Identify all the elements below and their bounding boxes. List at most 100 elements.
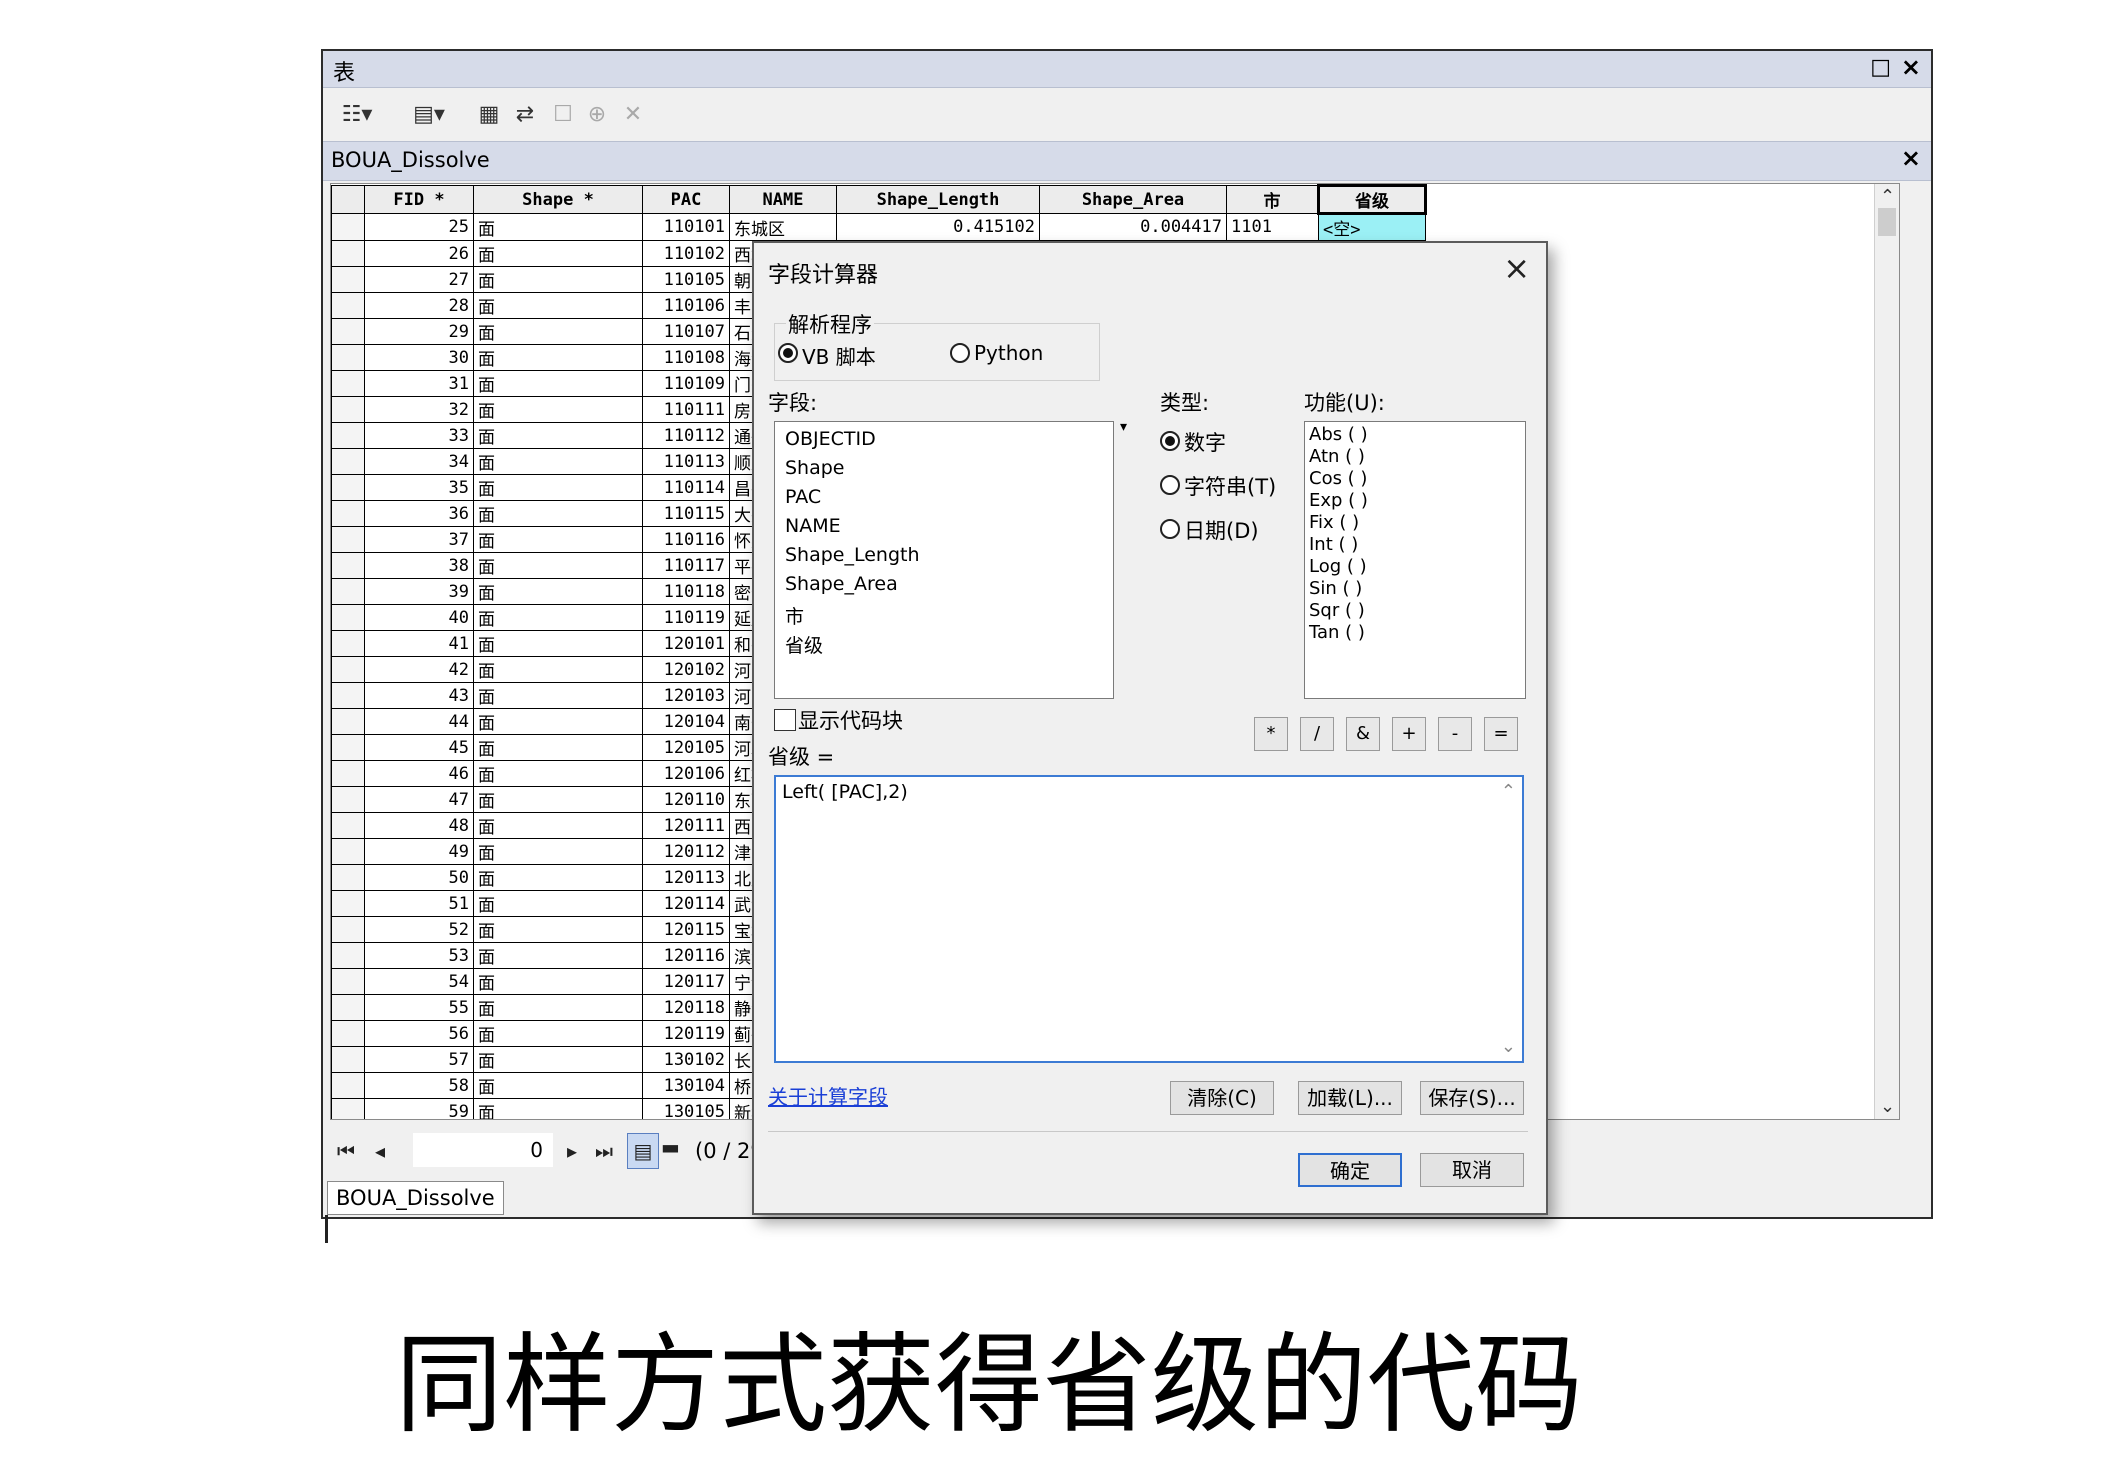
- cell-shape[interactable]: 面: [473, 1098, 643, 1119]
- cell-shape[interactable]: 面: [473, 942, 643, 969]
- cell-fid[interactable]: 30: [364, 344, 474, 371]
- function-fix[interactable]: Fix ( ): [1309, 512, 1359, 533]
- field-item-shape-length[interactable]: Shape_Length: [785, 544, 920, 566]
- column-header-shape-length[interactable]: Shape_Length: [836, 185, 1040, 214]
- row-selector[interactable]: [331, 344, 365, 371]
- cell-shape[interactable]: 面: [473, 448, 643, 475]
- row-selector[interactable]: [331, 968, 365, 995]
- cell-shape[interactable]: 面: [473, 474, 643, 501]
- cell-pac[interactable]: 130102: [642, 1046, 730, 1073]
- cell-shape[interactable]: 面: [473, 812, 643, 839]
- cell-city[interactable]: 1101: [1226, 213, 1319, 241]
- row-selector[interactable]: [331, 1046, 365, 1073]
- row-selector[interactable]: [331, 422, 365, 449]
- cell-shape[interactable]: 面: [473, 630, 643, 657]
- operator-concat-button[interactable]: &: [1346, 717, 1380, 751]
- row-selector[interactable]: [331, 526, 365, 553]
- field-item-name[interactable]: NAME: [785, 515, 841, 537]
- cell-pac[interactable]: 120113: [642, 864, 730, 891]
- cell-pac[interactable]: 110105: [642, 266, 730, 293]
- column-header-pac[interactable]: PAC: [642, 185, 730, 214]
- cell-pac[interactable]: 110118: [642, 578, 730, 605]
- cell-pac[interactable]: 110112: [642, 422, 730, 449]
- row-selector[interactable]: [331, 838, 365, 865]
- row-selector-header[interactable]: [331, 185, 365, 214]
- row-selector[interactable]: [331, 864, 365, 891]
- cell-fid[interactable]: 44: [364, 708, 474, 735]
- clear-selection-icon[interactable]: ☐: [549, 98, 577, 130]
- cell-fid[interactable]: 31: [364, 370, 474, 397]
- cell-fid[interactable]: 54: [364, 968, 474, 995]
- operator-multiply-button[interactable]: *: [1254, 717, 1288, 751]
- cell-fid[interactable]: 37: [364, 526, 474, 553]
- row-selector[interactable]: [331, 240, 365, 267]
- expression-scroll-up-icon[interactable]: ⌃: [1501, 781, 1516, 802]
- cell-fid[interactable]: 43: [364, 682, 474, 709]
- cell-shape[interactable]: 面: [473, 500, 643, 527]
- function-tan[interactable]: Tan ( ): [1309, 622, 1365, 643]
- cell-fid[interactable]: 33: [364, 422, 474, 449]
- cell-fid[interactable]: 32: [364, 396, 474, 423]
- row-selector[interactable]: [331, 1020, 365, 1047]
- cell-shape[interactable]: 面: [473, 734, 643, 761]
- cell-fid[interactable]: 59: [364, 1098, 474, 1119]
- cell-shape[interactable]: 面: [473, 318, 643, 345]
- field-item-pac[interactable]: PAC: [785, 486, 821, 508]
- previous-record-icon[interactable]: ◂: [375, 1139, 385, 1163]
- related-tables-icon[interactable]: ▤▾: [403, 98, 455, 130]
- cell-pac[interactable]: 120117: [642, 968, 730, 995]
- cell-pac[interactable]: 120105: [642, 734, 730, 761]
- cell-shape[interactable]: 面: [473, 1020, 643, 1047]
- field-item-shape-area[interactable]: Shape_Area: [785, 573, 898, 595]
- cell-pac[interactable]: 110119: [642, 604, 730, 631]
- cell-shape[interactable]: 面: [473, 708, 643, 735]
- cell-shape[interactable]: 面: [473, 578, 643, 605]
- row-selector[interactable]: [331, 213, 365, 241]
- parser-vb-radio[interactable]: [778, 343, 798, 363]
- cell-shape[interactable]: 面: [473, 1046, 643, 1073]
- cell-shape[interactable]: 面: [473, 760, 643, 787]
- function-log[interactable]: Log ( ): [1309, 556, 1367, 577]
- scroll-up-icon[interactable]: ⌃: [1880, 186, 1895, 207]
- cell-fid[interactable]: 34: [364, 448, 474, 475]
- cell-pac[interactable]: 120101: [642, 630, 730, 657]
- cell-shape[interactable]: 面: [473, 916, 643, 943]
- cell-shape[interactable]: 面: [473, 292, 643, 319]
- cell-pac[interactable]: 120102: [642, 656, 730, 683]
- row-selector[interactable]: [331, 786, 365, 813]
- cell-fid[interactable]: 47: [364, 786, 474, 813]
- cell-pac[interactable]: 130104: [642, 1072, 730, 1099]
- cell-pac[interactable]: 110107: [642, 318, 730, 345]
- cell-shape[interactable]: 面: [473, 396, 643, 423]
- row-selector[interactable]: [331, 552, 365, 579]
- function-atn[interactable]: Atn ( ): [1309, 446, 1365, 467]
- row-selector[interactable]: [331, 500, 365, 527]
- function-abs[interactable]: Abs ( ): [1309, 424, 1368, 445]
- cell-shape[interactable]: 面: [473, 213, 643, 241]
- row-selector[interactable]: [331, 890, 365, 917]
- cell-fid[interactable]: 38: [364, 552, 474, 579]
- row-selector[interactable]: [331, 994, 365, 1021]
- cell-shape-length[interactable]: 0.415102: [836, 213, 1040, 241]
- cell-shape[interactable]: 面: [473, 890, 643, 917]
- cell-pac[interactable]: 130105: [642, 1098, 730, 1119]
- cell-fid[interactable]: 48: [364, 812, 474, 839]
- function-exp[interactable]: Exp ( ): [1309, 490, 1368, 511]
- cell-pac[interactable]: 110116: [642, 526, 730, 553]
- function-sqr[interactable]: Sqr ( ): [1309, 600, 1365, 621]
- cell-fid[interactable]: 49: [364, 838, 474, 865]
- cell-fid[interactable]: 58: [364, 1072, 474, 1099]
- row-selector[interactable]: [331, 656, 365, 683]
- row-selector[interactable]: [331, 760, 365, 787]
- scroll-thumb[interactable]: [1878, 208, 1896, 236]
- cell-pac[interactable]: 110117: [642, 552, 730, 579]
- cell-pac[interactable]: 120114: [642, 890, 730, 917]
- fields-dropdown-icon[interactable]: ▾: [1120, 419, 1127, 435]
- cell-pac[interactable]: 120104: [642, 708, 730, 735]
- cell-fid[interactable]: 28: [364, 292, 474, 319]
- grid-vertical-scrollbar[interactable]: ⌃ ⌄: [1874, 184, 1899, 1119]
- column-header-shape-area[interactable]: Shape_Area: [1039, 185, 1227, 214]
- row-selector[interactable]: [331, 630, 365, 657]
- cell-shape[interactable]: 面: [473, 786, 643, 813]
- cell-shape[interactable]: 面: [473, 344, 643, 371]
